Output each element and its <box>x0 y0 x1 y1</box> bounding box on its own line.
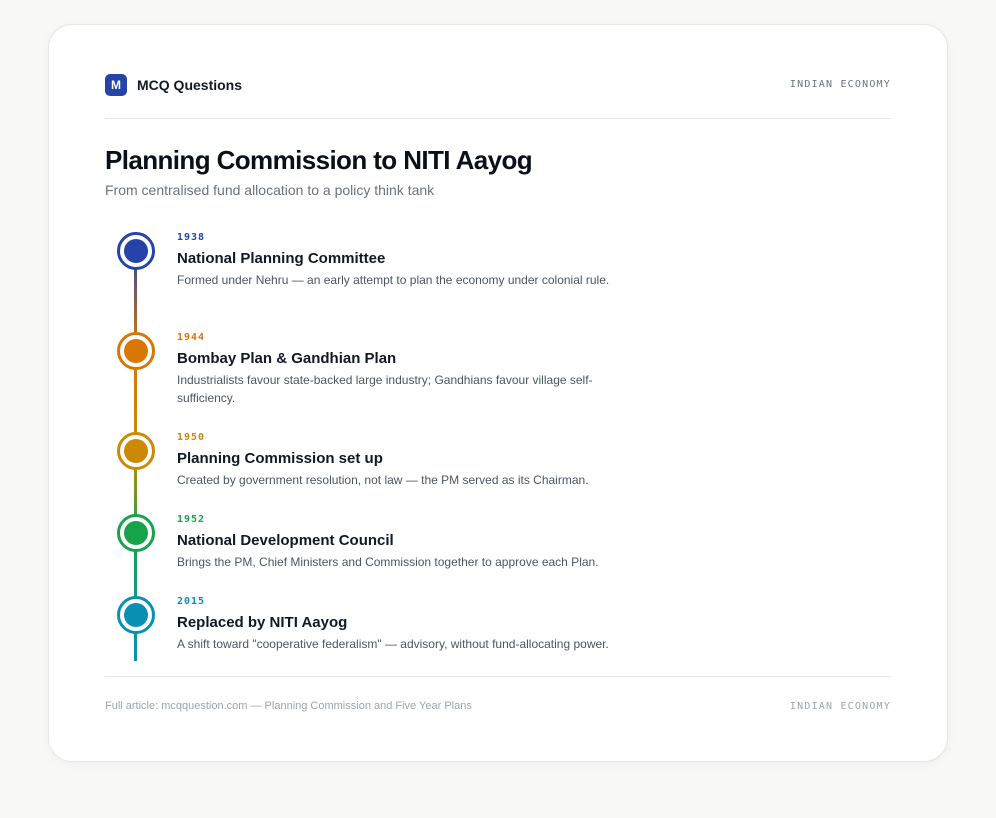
timeline-node <box>117 432 155 470</box>
event-year: 1950 <box>177 432 206 443</box>
event-description: Created by government resolution, not la… <box>177 473 589 487</box>
event-description: Brings the PM, Chief Ministers and Commi… <box>177 555 599 569</box>
footer: Full article: mcqquestion.com — Planning… <box>105 676 891 712</box>
event-title: Planning Commission set up <box>177 450 383 467</box>
card: M MCQ Questions INDIAN ECONOMY Planning … <box>48 24 948 762</box>
timeline-dot <box>124 521 148 545</box>
timeline-dot <box>124 339 148 363</box>
footer-category-tag: INDIAN ECONOMY <box>789 700 891 712</box>
event-description: Formed under Nehru — an early attempt to… <box>177 273 610 287</box>
event-description: Industrialists favour state-backed large… <box>177 373 593 405</box>
event-title: Bombay Plan & Gandhian Plan <box>177 350 397 367</box>
timeline-dot <box>124 239 148 263</box>
timeline-dot <box>124 439 148 463</box>
timeline-dot <box>124 603 148 627</box>
footer-article-link[interactable]: Full article: mcqquestion.com — Planning… <box>105 700 472 712</box>
event-year: 2015 <box>177 596 206 607</box>
timeline: 1938 National Planning Committee Formed … <box>105 225 645 685</box>
header: M MCQ Questions INDIAN ECONOMY <box>105 73 891 119</box>
category-tag: INDIAN ECONOMY <box>789 79 891 90</box>
event-title: National Planning Committee <box>177 250 386 267</box>
event-year: 1938 <box>177 232 206 243</box>
timeline-node <box>117 514 155 552</box>
page-subtitle: From centralised fund allocation to a po… <box>105 182 435 198</box>
brand-name: MCQ Questions <box>137 77 243 93</box>
logo-icon: M <box>105 74 127 96</box>
event-description: A shift toward "cooperative federalism" … <box>177 637 609 651</box>
brand[interactable]: M MCQ Questions <box>105 74 242 96</box>
page-title: Planning Commission to NITI Aayog <box>105 145 533 175</box>
event-year: 1952 <box>177 514 206 525</box>
event-year: 1944 <box>177 332 206 343</box>
event-title: Replaced by NITI Aayog <box>177 614 348 631</box>
timeline-node <box>117 596 155 634</box>
timeline-node <box>117 232 155 270</box>
event-title: National Development Council <box>177 532 394 549</box>
timeline-node <box>117 332 155 370</box>
